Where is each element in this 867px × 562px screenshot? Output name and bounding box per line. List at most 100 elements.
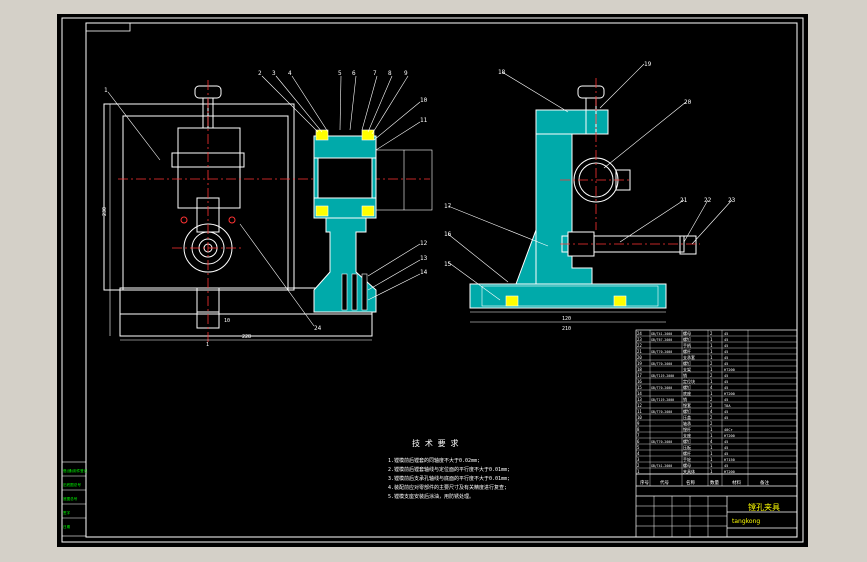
dimension-label: 228 [242,334,251,340]
part-number-label: 20 [684,99,692,106]
part-no: 12 [637,403,642,408]
tech-requirement-item: 3.镗模前后支承孔轴线与底面的平行度不大于0.01mm; [388,475,510,482]
part-name: 支架 [683,366,691,372]
part-material: 45 [724,362,728,366]
part-name: 压板 [683,444,691,450]
part-no: 11 [637,409,642,414]
part-material: HT200 [724,368,735,372]
part-number-label: 3 [272,70,276,77]
part-material: T8A [724,404,731,408]
part-name: 螺母 [683,330,691,336]
part-name: 手轮 [683,456,691,462]
part-no: 10 [637,415,642,420]
part-material: 45 [724,452,728,456]
part-name: 定位块 [683,378,695,384]
part-number-label: 2 [258,70,262,77]
part-number-label: 22 [704,197,712,204]
drawing-sheet: 12 3 4 5 6 7 8 910111213142415161718192021 22 23 … [57,14,808,547]
part-name: 夹具体 [683,468,695,474]
drawing-name: 镗孔夹具 [748,502,780,512]
part-name: 螺钉 [683,384,691,390]
part-material: 45 [724,332,728,336]
part-no: 15 [637,385,642,390]
parts-header-cell: 备注 [760,479,769,486]
part-material: 45 [724,380,728,384]
part-code: GB/T70-2000 [651,386,672,390]
part-no: 18 [637,367,642,372]
part-number-label: 13 [420,255,428,262]
part-number-label: 24 [314,325,322,332]
part-name: 支承套 [683,354,695,360]
tech-requirement-item: 1.镗模前后镗套的同轴度不大于0.02mm; [388,457,480,464]
part-no: 19 [637,361,642,366]
part-no: 20 [637,355,642,360]
left-strip-cell: 旧底图总号 [63,482,81,487]
part-material: 45 [724,356,728,360]
part-code: GB/T70-2000 [651,362,672,366]
dimension-label: 1 [206,342,209,348]
left-strip-cell: 签字 [63,510,71,515]
part-code: GB/T119-2000 [651,398,674,402]
part-name: 支座 [683,432,691,438]
left-strip-cell: 日期 [63,524,71,529]
part-number-label: 4 [288,70,292,77]
tech-requirement-item: 4.装配前应对零部件的主要尺寸及有关精度进行复查; [388,484,507,491]
part-name: 螺钉 [683,360,691,366]
parts-header-cell: 材料 [732,479,741,486]
part-number-label: 8 [388,70,392,77]
part-number-label: 21 [680,197,688,204]
part-code: GB/T41-2000 [651,464,672,468]
parts-header-cell: 名称 [686,479,695,486]
part-name: 销 [683,396,687,402]
part-no: 14 [637,391,642,396]
part-material: 40Cr [724,428,733,432]
part-material: 45 [724,398,728,402]
part-material: HT200 [724,392,735,396]
part-name: 螺杆 [683,450,691,456]
part-number-label: 15 [444,261,452,268]
part-no: 16 [637,379,642,384]
part-material: 45 [724,344,728,348]
part-number-label: 23 [728,197,736,204]
part-no: 17 [637,373,642,378]
part-code: GB/T70-2000 [651,440,672,444]
part-number-label: 16 [444,231,452,238]
part-number-label: 18 [498,69,506,76]
part-no: 23 [637,337,642,342]
part-code: GB/T67-2000 [651,338,672,342]
part-material: HT200 [724,434,735,438]
part-material: 45 [724,410,728,414]
part-material: HT200 [724,470,735,474]
left-strip-cell: 底图总号 [63,496,78,501]
part-material: 45 [724,338,728,342]
parts-header-cell: 数量 [710,479,719,486]
part-number-label: 17 [444,203,452,210]
part-name: 镗套 [683,402,691,408]
part-no: 13 [637,397,642,402]
part-code: GB/T70-2000 [651,410,672,414]
part-material: HT150 [724,458,735,462]
part-number-label: 5 [338,70,342,77]
part-name: 螺杆 [683,348,691,354]
part-name: 镗杆 [683,426,691,432]
parts-header-cell: 代号 [660,479,669,486]
tech-title: 技 术 要 求 [412,438,458,448]
part-name: 压盖 [683,414,691,420]
part-code: GB/T41-2000 [651,332,672,336]
part-number-label: 1 [104,87,108,94]
left-strip-cell: 借(通)用件登记 [63,468,88,473]
dimension-label: 10 [224,318,230,324]
part-name: 手柄 [683,342,691,348]
part-material: 45 [724,416,728,420]
part-number-label: 9 [404,70,408,77]
part-code: GB/T70-2000 [651,350,672,354]
part-name: 销 [683,372,687,378]
drawing-code: tangkong [732,518,760,525]
part-number-label: 11 [420,117,428,124]
part-name: 螺母 [683,462,691,468]
part-name: 螺钉 [683,336,691,342]
dimension-label: 230 [102,207,108,216]
part-material: 45 [724,440,728,444]
part-material: 45 [724,350,728,354]
part-number-label: 12 [420,240,428,247]
